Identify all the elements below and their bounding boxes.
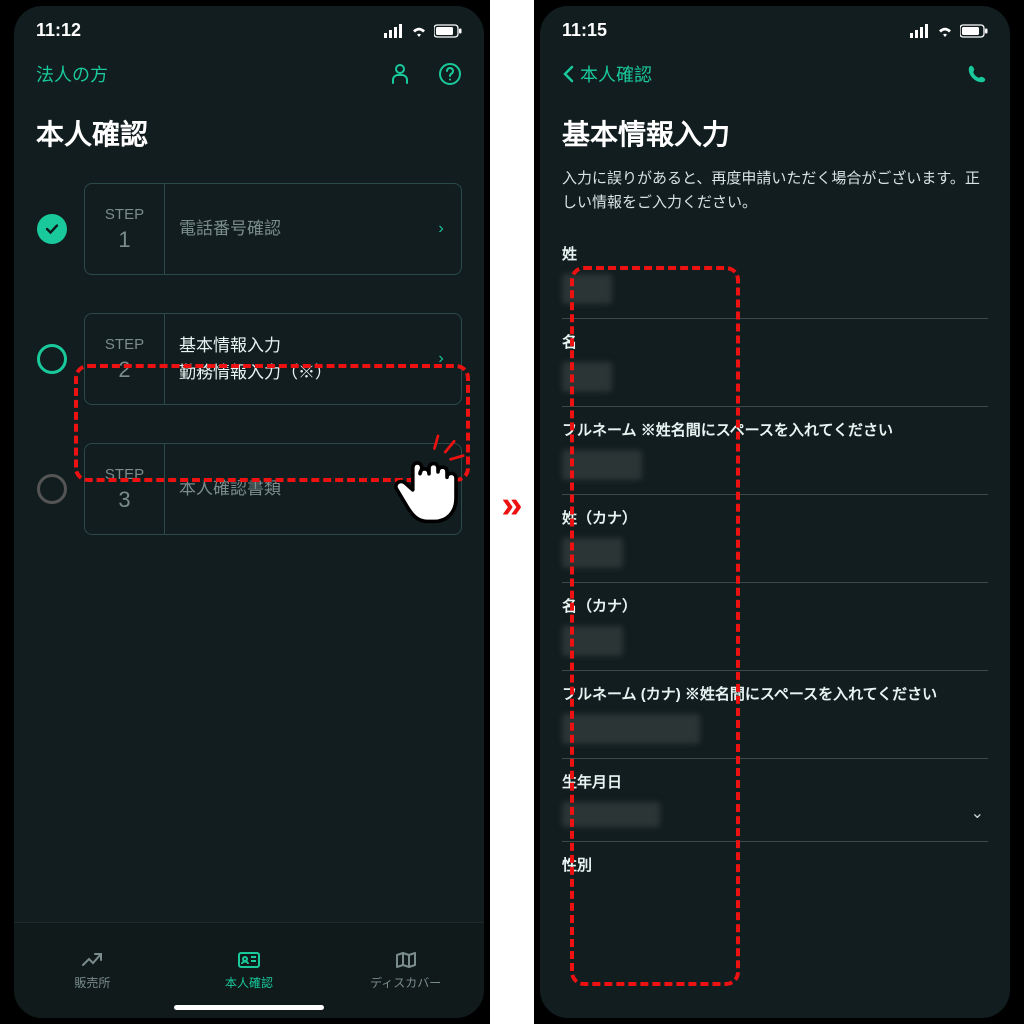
field-lastname-kana[interactable]: 姓（カナ） アイウ: [562, 495, 988, 583]
chevron-down-icon: ⌄: [971, 803, 984, 823]
field-label: 名（カナ）: [562, 595, 988, 616]
tap-cursor-icon: [384, 430, 474, 530]
step-number: 2: [118, 357, 130, 383]
tab-discover[interactable]: ディスカバー: [327, 923, 484, 1018]
screen-basic-info-form: 11:15 本人確認 基本情報入力 入力に誤りがあると、再度申請いただく場合がご…: [540, 6, 1010, 1018]
status-indicators: [384, 24, 462, 38]
corporate-link[interactable]: 法人の方: [36, 61, 108, 87]
tab-sell[interactable]: 販売所: [14, 923, 171, 1018]
step-text: 基本情報入力 勤務情報入力（※）: [165, 314, 421, 404]
map-icon: [394, 950, 418, 970]
field-gender[interactable]: 性別: [562, 842, 988, 899]
field-label: 名: [562, 331, 988, 352]
page-title: 基本情報入力: [540, 93, 1010, 161]
field-label: 姓: [562, 243, 988, 264]
field-value-redacted: あい: [562, 274, 612, 304]
bottom-tab-bar: 販売所 本人確認 ディスカバー: [14, 922, 484, 1018]
step-label: STEP: [105, 466, 144, 483]
help-icon[interactable]: [438, 62, 462, 86]
flow-arrow-icon: »: [490, 480, 534, 530]
chevron-right-icon: ›: [421, 184, 461, 274]
step-current-icon: [37, 344, 67, 374]
status-time: 11:12: [36, 20, 81, 41]
header: 本人確認: [540, 47, 1010, 93]
step-1[interactable]: STEP 1 電話番号確認 ›: [84, 183, 462, 275]
step-label: STEP: [105, 206, 144, 223]
battery-icon: [434, 24, 462, 38]
field-value-redacted: アイウ: [562, 626, 623, 656]
back-label: 本人確認: [580, 61, 652, 87]
field-value-redacted: あいうえ: [562, 450, 642, 480]
field-value-redacted: あい: [562, 362, 612, 392]
step-pending-icon: [37, 474, 67, 504]
field-label: 姓（カナ）: [562, 507, 988, 528]
header: 法人の方: [14, 47, 484, 93]
step-text: 電話番号確認: [165, 184, 421, 274]
step-done-icon: [37, 214, 67, 244]
field-firstname-kana[interactable]: 名（カナ） アイウ: [562, 583, 988, 671]
field-value-redacted: アイウ: [562, 538, 623, 568]
tab-label: ディスカバー: [370, 974, 441, 991]
tab-label: 販売所: [74, 974, 110, 991]
field-firstname[interactable]: 名 あい: [562, 319, 988, 407]
battery-icon: [960, 24, 988, 38]
back-button[interactable]: 本人確認: [562, 61, 652, 87]
wifi-icon: [936, 24, 954, 38]
field-fullname[interactable]: フルネーム ※姓名間にスペースを入れてください あいうえ: [562, 407, 988, 495]
chevron-right-icon: ›: [421, 314, 461, 404]
step-number: 3: [118, 487, 130, 513]
field-value-redacted: 1990 01 01: [562, 802, 660, 827]
tab-verify[interactable]: 本人確認: [171, 923, 328, 1018]
step-number: 1: [118, 227, 130, 253]
form: 姓 あい 名 あい フルネーム ※姓名間にスペースを入れてください あいうえ 姓…: [540, 231, 1010, 899]
id-card-icon: [237, 950, 261, 970]
trend-icon: [80, 950, 104, 970]
field-label: 性別: [562, 854, 988, 875]
field-fullname-kana[interactable]: フルネーム (カナ) ※姓名間にスペースを入れてください アイウ エオカキ: [562, 671, 988, 759]
wifi-icon: [410, 24, 428, 38]
page-title: 本人確認: [14, 93, 484, 183]
home-indicator: [174, 1005, 324, 1010]
field-value-redacted: アイウ エオカキ: [562, 714, 700, 744]
phone-icon[interactable]: [966, 63, 988, 85]
field-label: 生年月日: [562, 771, 988, 792]
status-bar: 11:15: [540, 6, 1010, 47]
step-text: 本人確認書類: [165, 444, 421, 534]
chevron-left-icon: [562, 65, 574, 83]
subtitle: 入力に誤りがあると、再度申請いただく場合がございます。正しい情報をご入力ください…: [540, 161, 1010, 231]
status-bar: 11:12: [14, 6, 484, 47]
screen-identity-steps: 11:12 法人の方 本人確認 STEP: [14, 6, 484, 1018]
field-lastname[interactable]: 姓 あい: [562, 231, 988, 319]
account-icon[interactable]: [388, 62, 412, 86]
field-label: フルネーム (カナ) ※姓名間にスペースを入れてください: [562, 683, 988, 704]
step-label: STEP: [105, 336, 144, 353]
field-label: フルネーム ※姓名間にスペースを入れてください: [562, 419, 988, 440]
field-dob[interactable]: 生年月日 1990 01 01 ⌄: [562, 759, 988, 842]
tab-label: 本人確認: [225, 974, 273, 991]
step-2[interactable]: STEP 2 基本情報入力 勤務情報入力（※） ›: [84, 313, 462, 405]
status-time: 11:15: [562, 20, 607, 41]
status-indicators: [910, 24, 988, 38]
